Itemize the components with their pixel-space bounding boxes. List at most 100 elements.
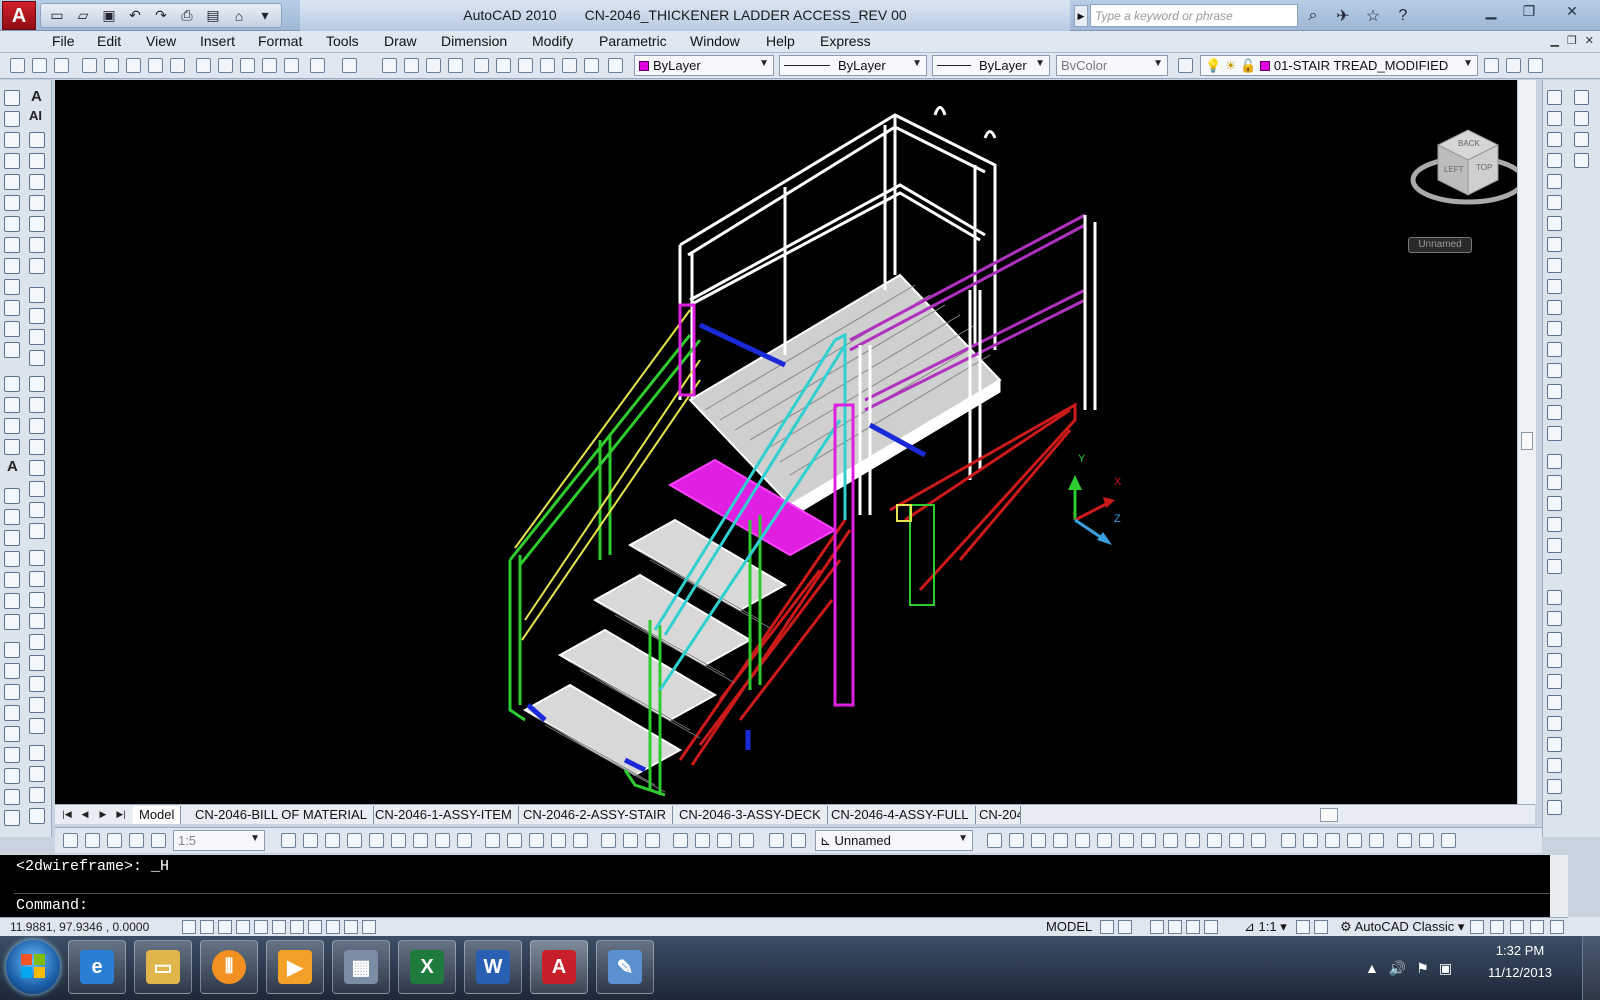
single-viewport-icon[interactable] (85, 833, 100, 848)
taskbar-word[interactable]: W (464, 940, 522, 994)
layer-dropdown[interactable]: 💡 ☀ 🔓 01-STAIR TREAD_MODIFIED ▼ (1200, 55, 1478, 76)
taskbar-calculator[interactable]: ▦ (332, 940, 390, 994)
explode-right-icon[interactable] (1547, 405, 1562, 420)
ucs-world-icon[interactable] (791, 833, 806, 848)
array-icon[interactable] (4, 572, 20, 588)
drawing-minimize-icon[interactable]: ▁ (1550, 34, 1558, 47)
sphere-icon[interactable] (347, 833, 362, 848)
scale-icon[interactable] (4, 642, 20, 658)
copy-right-icon[interactable] (1547, 111, 1562, 126)
circle-icon[interactable] (4, 216, 20, 232)
taskbar-media-app[interactable]: ⦀ (200, 940, 258, 994)
blend-icon[interactable] (1547, 426, 1562, 441)
presspull-icon[interactable] (507, 833, 522, 848)
new-file-icon[interactable]: ▭ (45, 4, 69, 27)
angular-dimension-icon[interactable] (29, 523, 45, 539)
calculator-icon[interactable] (584, 58, 599, 73)
jogged-dimension-icon[interactable] (29, 481, 45, 497)
zoom-previous-icon[interactable] (448, 58, 463, 73)
make-current-layer-icon[interactable] (1484, 58, 1499, 73)
plotstyle-dropdown[interactable]: BvColor ▼ (1056, 55, 1168, 76)
match-properties-icon[interactable] (262, 58, 277, 73)
materials-icon[interactable] (1547, 559, 1562, 574)
layer-match-icon[interactable] (29, 308, 45, 324)
rotate-icon[interactable] (4, 614, 20, 630)
radius-dimension-icon[interactable] (29, 460, 45, 476)
polyline-icon[interactable] (4, 132, 20, 148)
baseline-dimension-icon[interactable] (29, 571, 45, 587)
favorites-star-icon[interactable]: ☆ (1360, 3, 1386, 28)
convert-object-viewport-icon[interactable] (129, 833, 144, 848)
command-line-scrollbar[interactable] (1550, 855, 1568, 917)
viewport-scale-dropdown[interactable]: 1:5 ▼ (173, 830, 265, 851)
object-snap-tracking-icon[interactable] (290, 920, 304, 934)
camera-icon[interactable] (1441, 833, 1456, 848)
paintbrush-icon[interactable] (1574, 90, 1589, 105)
intersect-icon[interactable] (645, 833, 660, 848)
plot-toolbar-icon[interactable] (82, 58, 97, 73)
menu-format[interactable]: Format (258, 33, 302, 49)
sheet-set-icon[interactable] (540, 58, 555, 73)
layer-states-icon[interactable] (1528, 58, 1543, 73)
design-center-icon[interactable] (496, 58, 511, 73)
diameter-dimension-icon[interactable] (29, 502, 45, 518)
extrude-icon[interactable] (485, 833, 500, 848)
menu-express[interactable]: Express (820, 33, 871, 49)
x-rotate-ucs-icon[interactable] (1141, 833, 1156, 848)
first-tab-icon[interactable]: |◀ (59, 807, 75, 822)
lineweight-dropdown[interactable]: ByLayer ▼ (932, 55, 1050, 76)
open-icon[interactable] (32, 58, 47, 73)
explode-icon[interactable] (4, 810, 20, 826)
search-expand-icon[interactable]: ▶ (1074, 5, 1088, 27)
search-input[interactable]: Type a keyword or phrase (1090, 4, 1298, 27)
communication-center-icon[interactable]: ✈ (1330, 3, 1356, 28)
chamfer-right-icon[interactable] (1547, 363, 1562, 378)
taskbar-autocad[interactable]: A (530, 940, 588, 994)
select-similar-icon[interactable] (1574, 111, 1589, 126)
3d-orbit-icon[interactable] (1281, 833, 1296, 848)
3d-array-icon[interactable] (739, 833, 754, 848)
view-ucs-icon[interactable] (1053, 833, 1068, 848)
quick-dimension-icon[interactable] (29, 550, 45, 566)
view-manager-icon[interactable] (1547, 590, 1562, 605)
aligned-dimension-icon[interactable] (29, 397, 45, 413)
taskbar-internet-explorer[interactable]: e (68, 940, 126, 994)
mirror-right-icon[interactable] (1547, 132, 1562, 147)
region-icon[interactable] (4, 418, 20, 434)
extend-right-icon[interactable] (1547, 300, 1562, 315)
next-tab-icon[interactable]: ▶ (95, 807, 111, 822)
join-right-icon[interactable] (1547, 342, 1562, 357)
annotation-visibility-icon[interactable] (1296, 920, 1310, 934)
table-icon[interactable] (4, 439, 20, 455)
viewports-icon[interactable] (63, 833, 78, 848)
menu-file[interactable]: File (52, 33, 75, 49)
publish-toolbar-icon[interactable] (126, 58, 141, 73)
model-space-toggle[interactable]: MODEL (1046, 919, 1092, 934)
extend-icon[interactable] (4, 705, 20, 721)
menu-draw[interactable]: Draw (384, 33, 417, 49)
find-text-icon[interactable] (29, 153, 45, 169)
union-icon[interactable] (601, 833, 616, 848)
binoculars-icon[interactable]: ⌕ (1300, 3, 1326, 28)
offset-right-icon[interactable] (1547, 153, 1562, 168)
cylinder-icon[interactable] (369, 833, 384, 848)
ne-iso-icon[interactable] (1547, 779, 1562, 794)
layer-isolate-icon[interactable] (29, 329, 45, 345)
named-view-dropdown[interactable]: ⊾ Unnamed ▼ (815, 830, 973, 851)
plot-icon[interactable]: ⎙ (175, 4, 199, 27)
named-ucs-icon[interactable] (1229, 833, 1244, 848)
free-orbit-icon[interactable] (1303, 833, 1318, 848)
block-editor-icon[interactable] (284, 58, 299, 73)
ellipse-icon[interactable] (4, 279, 20, 295)
tab-model[interactable]: Model (133, 806, 182, 824)
restore-icon[interactable]: ❐ (1510, 0, 1548, 22)
se-iso-icon[interactable] (1547, 758, 1562, 773)
subtract-icon[interactable] (623, 833, 638, 848)
y-rotate-ucs-icon[interactable] (1163, 833, 1178, 848)
last-tab-icon[interactable]: ▶| (113, 807, 129, 822)
point-icon[interactable] (4, 376, 20, 392)
horizontal-scroll-thumb[interactable] (1320, 808, 1338, 822)
markup-icon[interactable] (562, 58, 577, 73)
z-rotate-ucs-icon[interactable] (1185, 833, 1200, 848)
system-clock[interactable]: 1:32 PM 11/12/2013 (1470, 940, 1570, 984)
